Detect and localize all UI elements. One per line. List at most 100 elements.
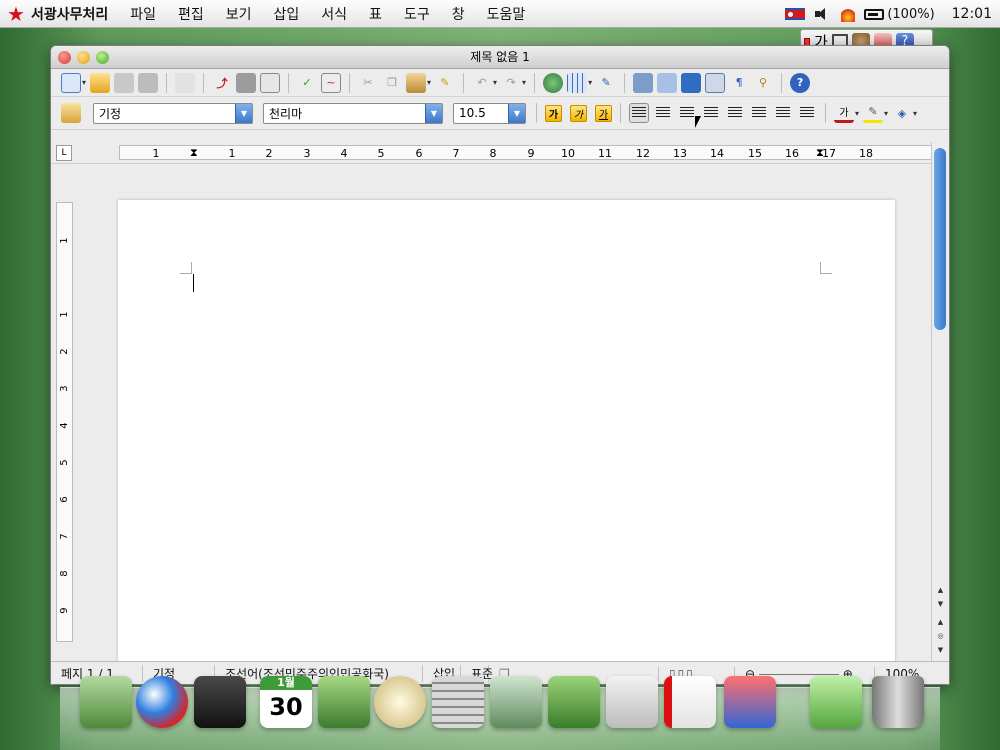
ruler-scale[interactable]: 1 1 2 3 4 5 6 7 8 9 10 11 12 13 14 15 16…: [119, 145, 941, 160]
format-paintbrush-icon[interactable]: ✎: [435, 73, 455, 93]
document-page[interactable]: [118, 200, 895, 670]
volume-icon[interactable]: [814, 7, 832, 21]
decrease-indent-icon[interactable]: [773, 103, 793, 123]
web-browser-app-icon[interactable]: [136, 676, 188, 728]
text-editor-app-icon[interactable]: [606, 676, 658, 728]
left-indent-marker[interactable]: ⧗: [190, 146, 198, 160]
zoom-track[interactable]: [758, 673, 839, 675]
data-sources-icon[interactable]: [705, 72, 726, 93]
calendar-app-icon[interactable]: 1월 30: [260, 676, 312, 728]
redo-icon[interactable]: ↷: [501, 73, 521, 93]
print-preview-icon[interactable]: [138, 72, 159, 93]
print-icon[interactable]: [236, 72, 257, 93]
justify-icon[interactable]: [701, 103, 721, 123]
right-indent-marker[interactable]: ⧗: [816, 146, 824, 160]
chevron-down-icon[interactable]: ▼: [508, 103, 525, 123]
menu-table[interactable]: 표: [369, 4, 382, 24]
cut-icon[interactable]: ✂: [358, 73, 378, 93]
align-left-icon[interactable]: [629, 103, 649, 123]
hyperlink-icon[interactable]: [543, 72, 564, 93]
gallery-icon[interactable]: [681, 72, 702, 93]
paste-icon[interactable]: [406, 72, 427, 93]
previous-page-icon[interactable]: ▲: [934, 616, 947, 628]
navigator-icon[interactable]: [657, 72, 678, 93]
calculator-app-icon[interactable]: [432, 676, 484, 728]
contacts-app-icon[interactable]: [318, 676, 370, 728]
undo-icon[interactable]: ↶: [472, 73, 492, 93]
app-menu[interactable]: 서광사무처리: [31, 4, 108, 24]
show-draw-functions-icon[interactable]: ✎: [596, 73, 616, 93]
background-color-icon[interactable]: ◈: [892, 103, 912, 123]
autospell-icon[interactable]: ~: [321, 72, 342, 93]
formatting-marks-icon[interactable]: ¶: [729, 73, 749, 93]
align-right-icon[interactable]: [677, 103, 697, 123]
table-dropdown-icon[interactable]: ▾: [588, 78, 592, 87]
minimize-button[interactable]: [77, 51, 90, 64]
chevron-down-icon[interactable]: ▼: [425, 103, 442, 123]
pdf-reader-app-icon[interactable]: [664, 676, 716, 728]
next-page-icon[interactable]: ▼: [934, 644, 947, 656]
paragraph-style-combo[interactable]: 기정 ▼: [93, 102, 253, 124]
zoom-button[interactable]: [96, 51, 109, 64]
system-settings-app-icon[interactable]: [490, 676, 542, 728]
dictionary-app-icon[interactable]: [724, 676, 776, 728]
open-folder-icon[interactable]: [90, 72, 111, 93]
save-icon[interactable]: [114, 72, 135, 93]
underline-button[interactable]: 가: [595, 104, 612, 122]
address-book-app-icon[interactable]: [80, 676, 132, 728]
styles-formatting-icon[interactable]: [61, 103, 81, 123]
chevron-down-icon[interactable]: ▼: [235, 103, 252, 123]
numbering-icon[interactable]: [725, 103, 745, 123]
window-titlebar[interactable]: 제목 없음 1: [51, 46, 949, 69]
zoom-icon[interactable]: ⚲: [753, 73, 773, 93]
font-size-combo[interactable]: 10.5 ▼: [453, 102, 526, 124]
spellcheck-icon[interactable]: ✓: [297, 73, 317, 93]
font-color-dropdown-icon[interactable]: ▾: [855, 109, 859, 118]
italic-button[interactable]: 가: [570, 104, 587, 122]
menu-edit[interactable]: 편집: [178, 4, 204, 24]
clock[interactable]: 12:01: [952, 6, 992, 22]
redo-dropdown-icon[interactable]: ▾: [522, 78, 526, 87]
menu-format[interactable]: 서식: [321, 4, 347, 24]
menu-file[interactable]: 파일: [130, 4, 156, 24]
bgcolor-dropdown-icon[interactable]: ▾: [913, 109, 917, 118]
page-preview-icon[interactable]: [260, 72, 281, 93]
align-center-icon[interactable]: [653, 103, 673, 123]
hardware-info-app-icon[interactable]: [548, 676, 600, 728]
bold-button[interactable]: 가: [545, 104, 562, 122]
help-icon[interactable]: ?: [790, 72, 811, 93]
new-document-icon[interactable]: [61, 72, 81, 93]
video-player-app-icon[interactable]: [194, 676, 246, 728]
close-button[interactable]: [58, 51, 71, 64]
vertical-ruler[interactable]: 1 1 2 3 4 5 6 7 8 9: [56, 202, 73, 642]
torch-icon[interactable]: [841, 6, 856, 22]
battery-icon[interactable]: [864, 8, 885, 20]
scrollbar-thumb[interactable]: [934, 148, 946, 330]
font-name-combo[interactable]: 천리마 ▼: [263, 102, 443, 124]
copy-icon[interactable]: ❐: [382, 73, 402, 93]
highlight-dropdown-icon[interactable]: ▾: [884, 109, 888, 118]
flag-icon[interactable]: [785, 8, 806, 20]
tab-stop-selector[interactable]: L: [56, 145, 72, 161]
bullets-icon[interactable]: [749, 103, 769, 123]
navigation-icon[interactable]: ◎: [934, 630, 947, 642]
trash-icon[interactable]: [872, 676, 924, 728]
highlighting-icon[interactable]: ✎: [863, 103, 884, 123]
office-app-icon[interactable]: [810, 676, 862, 728]
menu-insert[interactable]: 삽입: [274, 4, 300, 24]
insert-table-icon[interactable]: [567, 72, 588, 93]
increase-indent-icon[interactable]: [797, 103, 817, 123]
menu-view[interactable]: 보기: [226, 4, 252, 24]
menu-help[interactable]: 도움말: [487, 4, 526, 24]
menu-window[interactable]: 창: [452, 4, 465, 24]
font-color-icon[interactable]: 가: [834, 103, 854, 123]
scroll-down-icon[interactable]: ▼: [934, 598, 947, 610]
paste-dropdown-icon[interactable]: ▾: [427, 78, 431, 87]
new-dropdown-icon[interactable]: ▾: [82, 78, 86, 87]
edit-file-icon[interactable]: [175, 72, 196, 93]
menu-tools[interactable]: 도구: [404, 4, 430, 24]
vertical-scrollbar[interactable]: ▲ ▼ ▲ ◎ ▼: [931, 142, 949, 661]
undo-dropdown-icon[interactable]: ▾: [493, 78, 497, 87]
export-pdf-icon[interactable]: ⤴: [212, 73, 232, 93]
find-replace-icon[interactable]: [633, 72, 654, 93]
